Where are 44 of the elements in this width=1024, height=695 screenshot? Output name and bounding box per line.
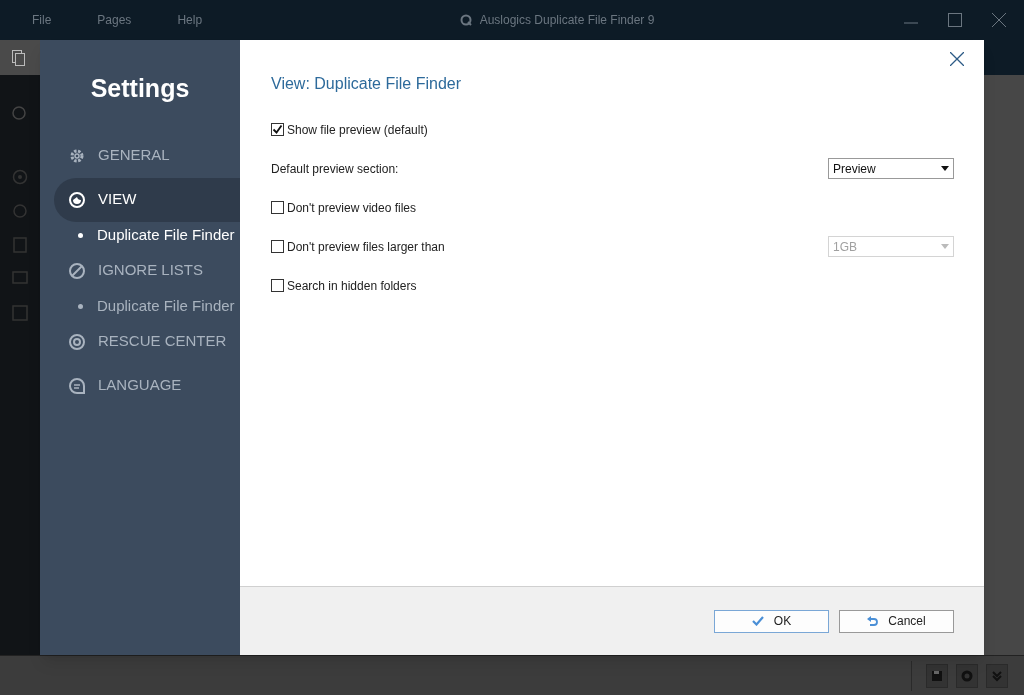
settings-icon — [961, 669, 973, 682]
app-logo-icon — [459, 14, 472, 26]
checkbox-label[interactable]: Show file preview (default) — [287, 120, 428, 139]
menu-item[interactable]: Help — [177, 11, 203, 29]
checkbox[interactable] — [271, 279, 284, 292]
checkmark-icon — [751, 616, 764, 626]
prohibited-icon — [68, 261, 86, 280]
ok-button[interactable]: OK — [714, 609, 829, 633]
eye-circle-icon — [68, 190, 86, 209]
menu-item[interactable]: File — [32, 11, 52, 29]
settings-title: Settings — [90, 73, 190, 104]
nav-subitem[interactable]: Duplicate File Finder — [40, 292, 240, 320]
double-chevron-icon — [991, 669, 1003, 682]
document-icon — [12, 49, 26, 66]
close-icon[interactable] — [992, 13, 1006, 27]
caret-icon — [941, 166, 949, 171]
floppy-icon — [931, 669, 943, 682]
nav-item[interactable]: GENERAL — [54, 133, 240, 178]
caret-icon — [941, 244, 949, 249]
nav-item[interactable]: VIEW — [54, 177, 240, 222]
speech-bubble-icon — [68, 376, 86, 395]
expand-button[interactable] — [986, 663, 1008, 688]
section-heading: View: Duplicate File Finder — [271, 74, 462, 94]
checkbox[interactable] — [271, 201, 284, 214]
nav-subitem[interactable]: Duplicate File Finder — [40, 221, 240, 249]
field-label: Default preview section: — [271, 160, 399, 178]
checkbox-label[interactable]: Don't preview video files — [287, 198, 417, 217]
document-tab[interactable] — [0, 40, 40, 75]
dropdown[interactable]: Preview — [828, 158, 954, 179]
nav-item[interactable]: LANGUAGE — [54, 363, 240, 408]
menu-item[interactable]: Pages — [97, 11, 132, 29]
nav-item[interactable]: RESCUE CENTER — [54, 319, 240, 364]
lifebuoy-icon — [68, 332, 86, 351]
checkbox-label[interactable]: Search in hidden folders — [287, 276, 417, 295]
checkbox[interactable] — [271, 123, 284, 136]
window-title: Auslogics Duplicate File Finder 9 — [479, 12, 655, 29]
bullet-icon — [78, 303, 83, 309]
nav-item[interactable]: IGNORE LISTS — [54, 248, 240, 293]
save-button[interactable] — [926, 663, 948, 688]
close-icon[interactable] — [950, 52, 964, 66]
bullet-icon — [78, 232, 83, 238]
undo-arrow-icon — [867, 615, 879, 627]
cancel-button[interactable]: Cancel — [839, 609, 954, 633]
maximize-icon[interactable] — [948, 13, 962, 27]
